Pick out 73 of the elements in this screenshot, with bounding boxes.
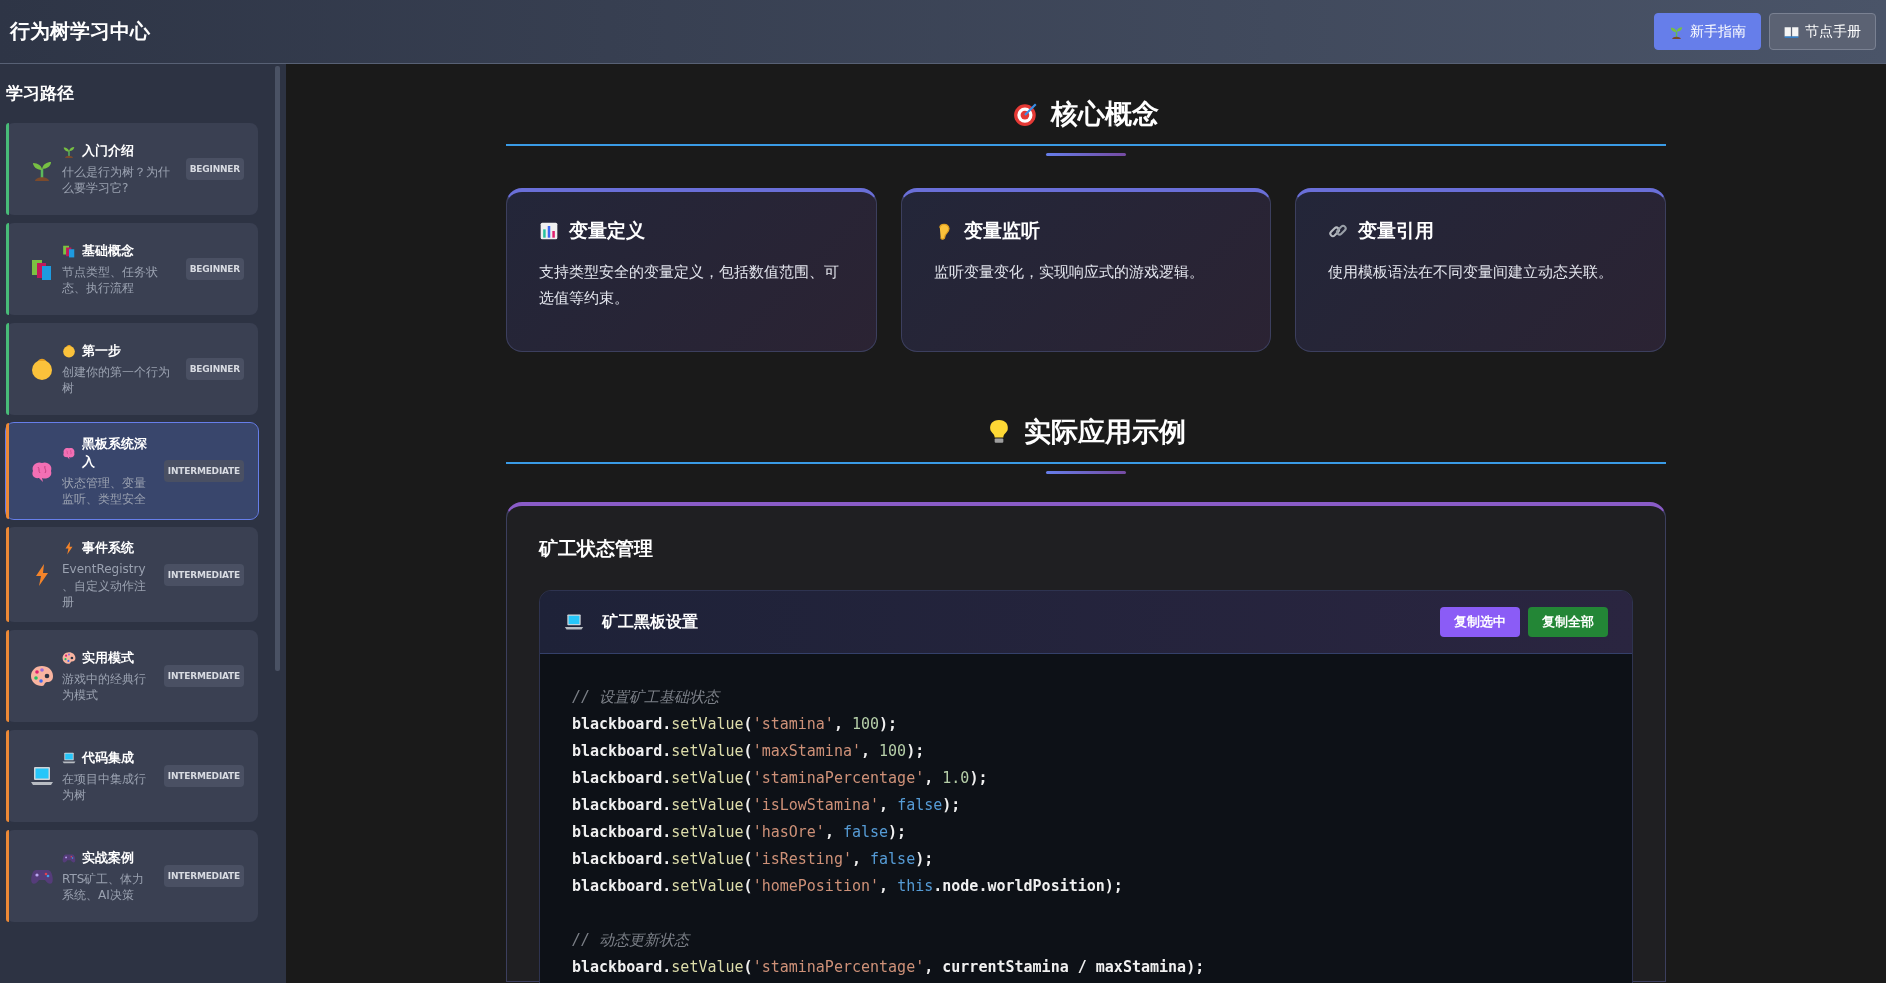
lesson-item[interactable]: 事件系统 EventRegistry、自定义动作注册 INTERMEDIATE	[6, 527, 258, 622]
code-line: blackboard.setValue('isLowStamina', false);	[572, 795, 962, 816]
lesson-description: 创建你的第一个行为树	[62, 363, 171, 397]
lesson-item[interactable]: 实用模式 游戏中的经典行为模式 INTERMEDIATE	[6, 629, 258, 722]
card-description: 使用模板语法在不同变量间建立动态关联。	[1328, 262, 1615, 283]
level-badge: BEGINNER	[185, 358, 244, 380]
laptop-icon	[62, 750, 76, 765]
code-line: // 设置矿工基础状态	[572, 687, 722, 708]
lesson-title: 第一步	[82, 341, 121, 360]
lesson-title: 代码集成	[82, 748, 134, 767]
books-icon	[62, 243, 76, 258]
lesson-item[interactable]: 代码集成 在项目中集成行为树 INTERMEDIATE	[6, 729, 258, 822]
lesson-description: 什么是行为树？为什么要学习它?	[62, 163, 171, 197]
lesson-title: 实战案例	[82, 848, 134, 867]
card-description: 支持类型安全的变量定义，包括数值范围、可选值等约束。	[539, 262, 840, 309]
lesson-description: RTS矿工、体力系统、AI决策	[62, 870, 146, 904]
brain-icon	[30, 459, 54, 484]
code-line: // 动态更新状态	[572, 930, 692, 951]
card-title: 变量监听	[963, 218, 1040, 243]
guide-button[interactable]: 新手指南	[1654, 13, 1761, 50]
lesson-description: 节点类型、任务状态、执行流程	[62, 263, 159, 297]
code-line: blackboard.setValue('homePosition', this.node.worldPosition);	[572, 876, 1124, 897]
card-title: 变量引用	[1358, 218, 1435, 243]
lesson-item[interactable]: 入门介绍 什么是行为树？为什么要学习它? BEGINNER	[6, 123, 258, 215]
level-badge: INTERMEDIATE	[163, 764, 244, 787]
lesson-item[interactable]: 黑板系统深入 状态管理、变量监听、类型安全 INTERMEDIATE	[6, 423, 258, 520]
code-line: blackboard.setValue('staminaPercentage', currentStamina / maxStamina);	[572, 957, 1206, 978]
lesson-title: 事件系统	[82, 539, 134, 558]
target-icon	[1013, 101, 1039, 127]
card-title: 变量定义	[569, 218, 645, 243]
lesson-title: 基础概念	[82, 241, 134, 260]
lesson-description: EventRegistry、自定义动作注册	[62, 561, 147, 610]
lesson-title: 黑板系统深入	[82, 435, 148, 471]
code-line: blackboard.setValue('staminaPercentage', 1.0);	[572, 768, 989, 789]
code-line: blackboard.setValue('maxStamina', 100);	[572, 741, 926, 762]
example-title: 矿工状态管理	[539, 536, 654, 561]
level-badge: INTERMEDIATE	[163, 563, 244, 586]
head-icon	[30, 357, 54, 381]
app-title: 行为树学习中心	[10, 18, 150, 45]
lesson-description: 游戏中的经典行为模式	[62, 670, 147, 704]
sidebar-title: 学习路径	[6, 82, 75, 105]
copy-all-button[interactable]: 复制全部	[1528, 607, 1608, 637]
copy-selection-button[interactable]: 复制选中	[1440, 607, 1520, 637]
book-icon	[1784, 24, 1799, 39]
books-icon	[30, 257, 54, 281]
level-badge: INTERMEDIATE	[163, 664, 244, 687]
level-badge: BEGINNER	[185, 158, 244, 180]
lesson-description: 在项目中集成行为树	[62, 770, 147, 804]
section-title: 核心概念	[1051, 97, 1159, 131]
code-line: blackboard.setValue('stamina', 100);	[572, 714, 899, 735]
sprout-icon	[1669, 24, 1684, 39]
palette-icon	[62, 650, 76, 665]
manual-button[interactable]: 节点手册	[1769, 13, 1876, 50]
level-badge: INTERMEDIATE	[163, 864, 244, 887]
lesson-title: 实用模式	[82, 648, 134, 667]
brain-icon	[62, 446, 76, 460]
lesson-item[interactable]: 基础概念 节点类型、任务状态、执行流程 BEGINNER	[6, 223, 258, 315]
code-title: 矿工黑板设置	[602, 611, 699, 633]
lesson-item[interactable]: 实战案例 RTS矿工、体力系统、AI决策 INTERMEDIATE	[6, 829, 258, 922]
lesson-description: 状态管理、变量监听、类型安全	[62, 475, 147, 508]
lesson-title: 入门介绍	[82, 141, 134, 160]
scrollbar[interactable]	[275, 66, 280, 671]
palette-icon	[30, 663, 54, 688]
code-line: blackboard.setValue('isResting', false);	[572, 849, 935, 870]
level-badge: INTERMEDIATE	[163, 460, 244, 483]
bar-chart-icon	[539, 221, 559, 241]
section-title: 实际应用示例	[1024, 415, 1186, 449]
level-badge: BEGINNER	[185, 258, 244, 280]
code-line: blackboard.setValue('hasOre', false);	[572, 822, 908, 843]
head-icon	[62, 343, 76, 358]
lesson-item[interactable]: 第一步 创建你的第一个行为树 BEGINNER	[6, 323, 258, 415]
laptop-icon	[564, 612, 584, 632]
card-description: 监听变量变化，实现响应式的游戏逻辑。	[933, 262, 1205, 283]
